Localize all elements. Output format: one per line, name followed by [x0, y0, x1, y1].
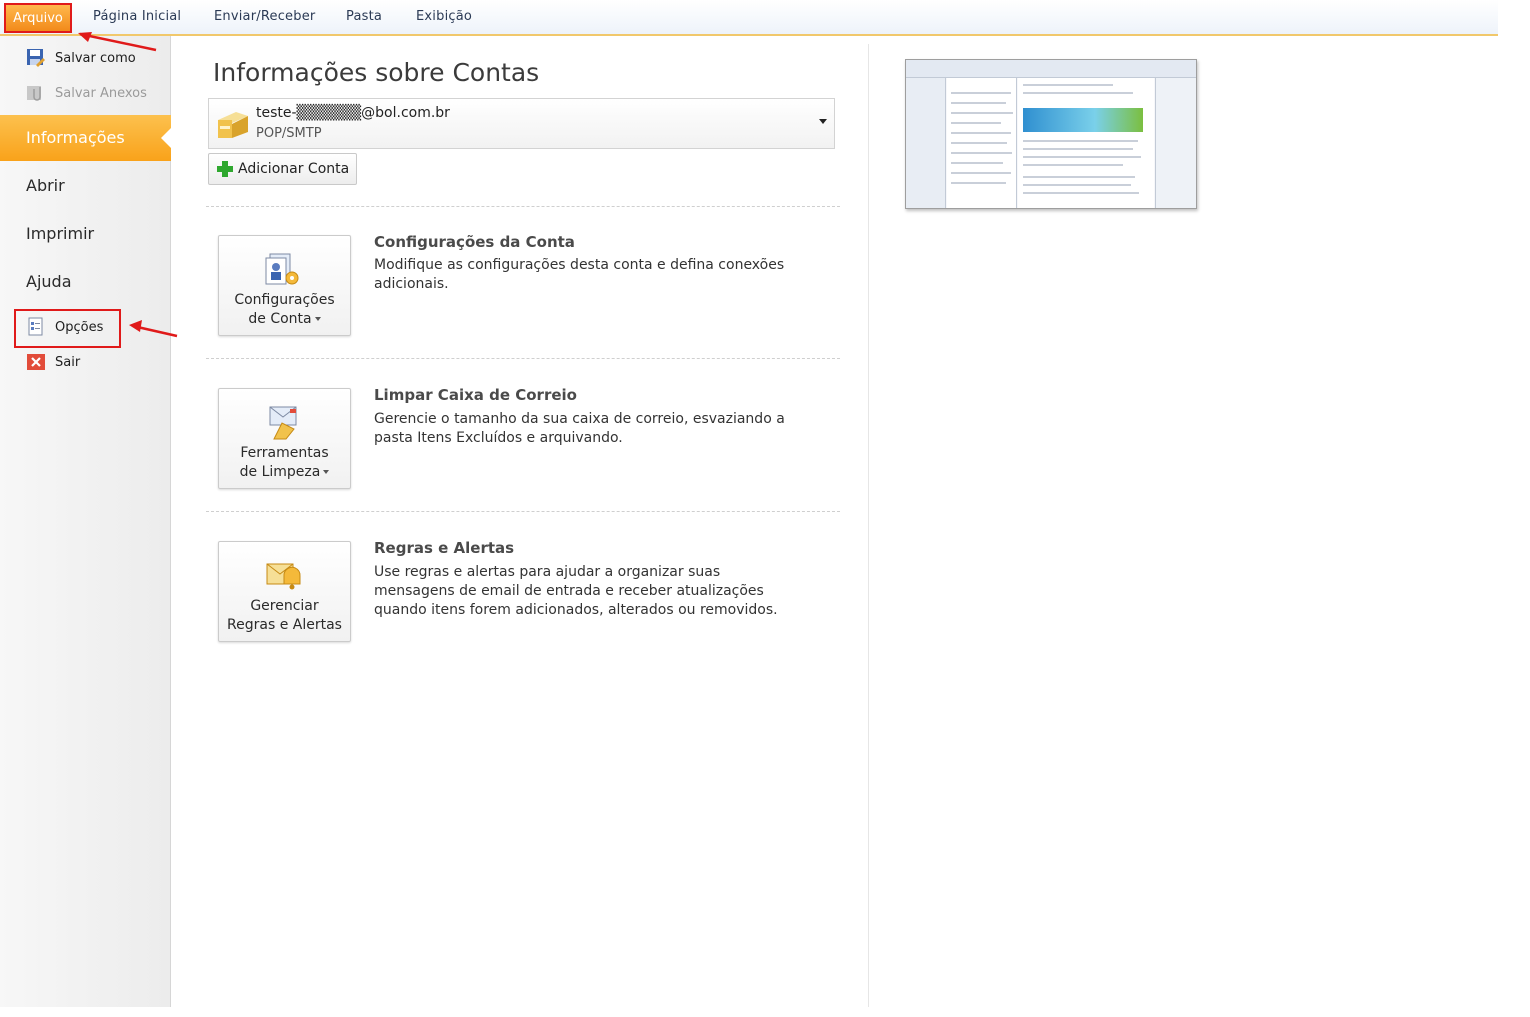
- rules-alerts-icon: [264, 554, 304, 594]
- options-label: Opções: [55, 319, 104, 335]
- divider: [206, 511, 840, 512]
- tab-send-receive[interactable]: Enviar/Receber: [214, 9, 315, 24]
- plus-icon: [217, 161, 233, 177]
- rules-alerts-label-2: Regras e Alertas: [227, 617, 342, 633]
- account-settings-label-2: de Conta: [248, 311, 312, 327]
- cleanup-tools-button[interactable]: Ferramentas de Limpeza: [218, 388, 351, 489]
- tab-file[interactable]: Arquivo: [4, 3, 72, 33]
- panel-divider: [868, 44, 869, 1007]
- section-desc-cleanup: Gerencie o tamanho da sua caixa de corre…: [374, 411, 785, 446]
- tab-folder[interactable]: Pasta: [346, 9, 382, 24]
- preview-newsletter-banner: [1023, 108, 1143, 132]
- account-settings-icon: [264, 248, 304, 288]
- nav-tab-help[interactable]: Ajuda: [0, 259, 171, 305]
- preview-todo-bar: [1155, 78, 1196, 208]
- preview-folder-pane: [906, 78, 946, 208]
- cleanup-tools-label-2: de Limpeza: [239, 464, 321, 480]
- save-attachments-button[interactable]: Salvar Anexos: [26, 82, 147, 104]
- section-desc-rules: Use regras e alertas para ajudar a organ…: [374, 564, 778, 618]
- attachment-icon: [26, 83, 46, 103]
- dropdown-caret-icon: [323, 470, 330, 474]
- section-title-cleanup: Limpar Caixa de Correio: [374, 386, 577, 404]
- rules-alerts-button[interactable]: Gerenciar Regras e Alertas: [218, 541, 351, 642]
- exit-label: Sair: [55, 354, 81, 370]
- exit-icon: [26, 352, 46, 372]
- annotation-arrow-options: [129, 320, 178, 338]
- rules-alerts-label-1: Gerenciar: [250, 598, 319, 614]
- section-title-account-settings: Configurações da Conta: [374, 233, 575, 251]
- preview-ribbon: [906, 60, 1196, 78]
- nav-tab-info[interactable]: Informações: [0, 115, 172, 161]
- preview-reading-pane: [1018, 78, 1154, 208]
- save-as-icon: [26, 48, 46, 68]
- page-title: Informações sobre Contas: [213, 58, 540, 87]
- section-desc-account-settings: Modifique as configurações desta conta e…: [374, 257, 785, 292]
- annotation-arrow-file: [78, 32, 157, 52]
- divider: [206, 358, 840, 359]
- account-dropdown[interactable]: teste-▒▒▒▒▒▒@bol.com.br POP/SMTP: [208, 98, 835, 149]
- options-icon: [26, 317, 46, 337]
- account-settings-label-1: Configurações: [234, 292, 335, 308]
- add-account-label: Adicionar Conta: [238, 161, 350, 177]
- nav-tab-print[interactable]: Imprimir: [0, 211, 171, 257]
- nav-tab-open[interactable]: Abrir: [0, 163, 171, 209]
- account-type: POP/SMTP: [256, 126, 322, 141]
- account-settings-button[interactable]: Configurações de Conta: [218, 235, 351, 336]
- ribbon-tab-bar: Arquivo Página Inicial Enviar/Receber Pa…: [0, 0, 1498, 36]
- section-title-rules: Regras e Alertas: [374, 539, 515, 557]
- dropdown-caret-icon: [314, 317, 321, 321]
- divider: [206, 206, 840, 207]
- exit-button[interactable]: Sair: [26, 351, 80, 373]
- mailbox-icon: [214, 106, 250, 142]
- cleanup-tools-icon: [264, 401, 304, 441]
- preview-message-list: [947, 78, 1017, 208]
- tab-home[interactable]: Página Inicial: [93, 9, 181, 24]
- cleanup-tools-label-1: Ferramentas: [240, 445, 329, 461]
- tab-view[interactable]: Exibição: [416, 9, 472, 24]
- chevron-down-icon: [819, 119, 827, 124]
- options-button[interactable]: Opções: [26, 316, 103, 338]
- save-attachments-label: Salvar Anexos: [55, 85, 147, 101]
- backstage-nav: Salvar como Salvar Anexos Informações Ab…: [0, 36, 172, 1007]
- add-account-button[interactable]: Adicionar Conta: [208, 153, 357, 185]
- outlook-preview-thumbnail: [905, 59, 1197, 209]
- account-email: teste-▒▒▒▒▒▒@bol.com.br: [256, 105, 450, 121]
